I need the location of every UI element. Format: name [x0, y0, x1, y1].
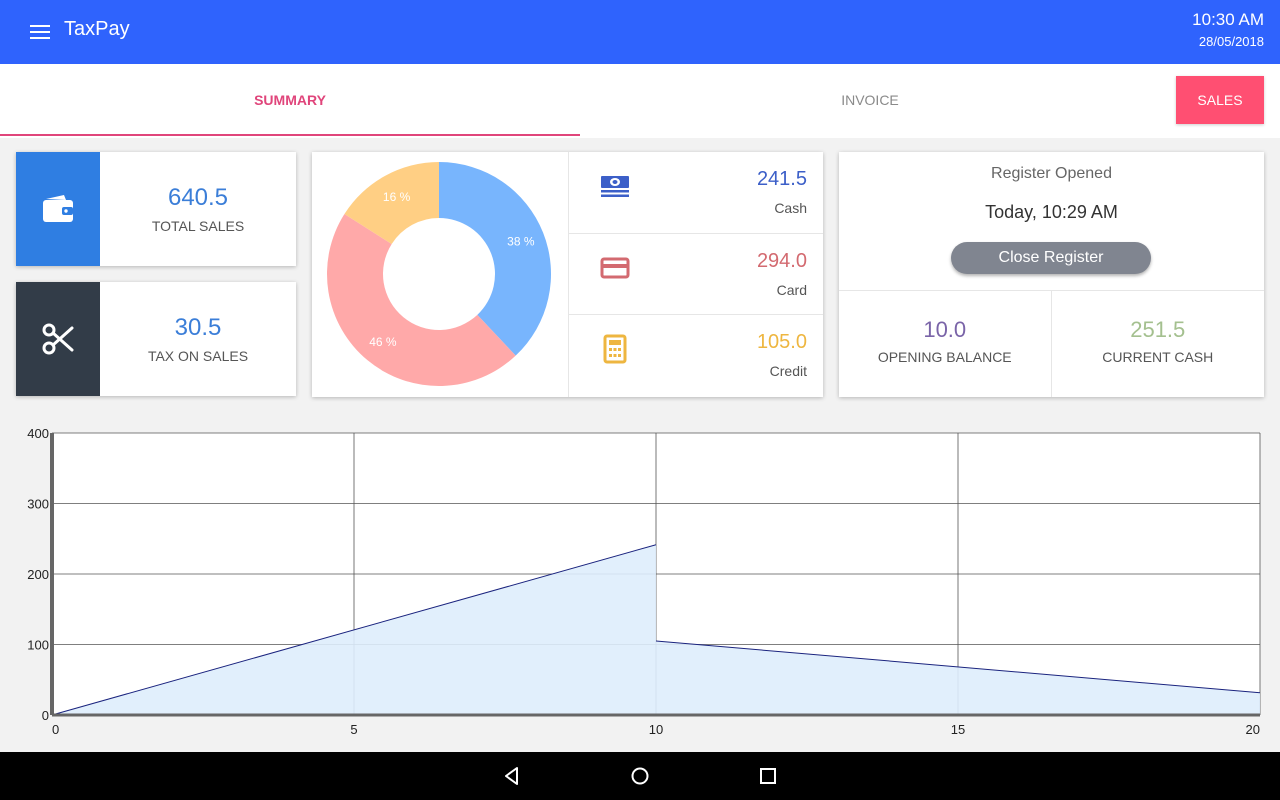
current-cash-value: 251.5: [1130, 317, 1186, 342]
donut-label-1: 46 %: [369, 335, 397, 349]
x-tick-label-3: 15: [951, 722, 965, 737]
payment-row-card: 294.0 Card: [568, 233, 823, 315]
payment-row-cash: 241.5 Cash: [568, 152, 823, 234]
register-status: Register Opened: [991, 165, 1112, 182]
current-cash: 251.5 CURRENT CASH: [1052, 291, 1265, 397]
close-register-button[interactable]: Close Register: [951, 242, 1151, 274]
cash-value: 241.5: [756, 168, 807, 190]
card-label: Card: [776, 282, 807, 298]
sales-button[interactable]: SALES: [1176, 76, 1264, 124]
tax-on-sales-info: 30.5 TAX ON SALES: [100, 282, 296, 396]
back-icon[interactable]: [500, 764, 524, 788]
y-tick-label-1: 100: [27, 638, 49, 653]
clock-time: 10:30 AM: [1192, 10, 1264, 29]
total-sales-value: 640.5: [167, 184, 229, 211]
clock: 10:30 AM 28/05/2018: [1192, 10, 1264, 49]
recents-icon[interactable]: [756, 764, 780, 788]
area-chart: 0 100 200 300 400 0 5 10 15 20: [27, 426, 1261, 737]
scissors-icon: [16, 282, 100, 396]
payment-breakdown-card: 38 % 46 % 16 % 241.5 Cash 294.0 Card 105…: [312, 152, 823, 397]
donut-slice-0: [439, 162, 552, 356]
wallet-icon: [16, 152, 100, 266]
clock-date: 28/05/2018: [1198, 34, 1264, 49]
app-bar: TaxPay 10:30 AM 28/05/2018: [0, 0, 1280, 64]
donut-label-0: 38 %: [507, 235, 535, 249]
app-title: TaxPay: [64, 18, 130, 40]
opening-balance: 10.0 OPENING BALANCE: [839, 291, 1052, 397]
tax-on-sales-card: 30.5 TAX ON SALES: [16, 282, 296, 396]
opening-balance-label: OPENING BALANCE: [877, 349, 1012, 365]
home-icon[interactable]: [628, 764, 652, 788]
x-tick-label-1: 5: [350, 722, 357, 737]
total-sales-label: TOTAL SALES: [151, 218, 245, 234]
cash-label: Cash: [774, 200, 807, 216]
payment-row-credit: 105.0 Credit: [568, 315, 823, 397]
y-tick-label-4: 400: [27, 426, 49, 441]
register-card: Register Opened Today, 10:29 AM Close Re…: [839, 152, 1264, 397]
x-tick-label-0: 0: [52, 722, 59, 737]
credit-value: 105.0: [756, 331, 807, 353]
tax-on-sales-label: TAX ON SALES: [147, 348, 249, 364]
menu-icon[interactable]: [24, 18, 56, 46]
y-tick-label-2: 200: [27, 567, 49, 582]
tab-summary[interactable]: SUMMARY: [0, 64, 580, 136]
tab-bar: SUMMARY INVOICE SALES: [0, 64, 1280, 138]
opening-balance-value: 10.0: [923, 317, 967, 342]
x-tick-label-4: 20: [1246, 722, 1260, 737]
tax-on-sales-value: 30.5: [174, 314, 222, 341]
donut-label-2: 16 %: [383, 190, 411, 204]
y-tick-label-3: 300: [27, 497, 49, 512]
credit-label: Credit: [769, 363, 807, 379]
card-value: 294.0: [756, 250, 807, 272]
card-icon: [599, 252, 631, 284]
y-tick-label-0: 0: [42, 708, 49, 723]
register-opened-time: Today, 10:29 AM: [985, 202, 1118, 222]
sales-chart: 0 100 200 300 400 0 5 10 15 20: [0, 415, 1280, 752]
system-nav-bar: [0, 752, 1280, 800]
total-sales-info: 640.5 TOTAL SALES: [100, 152, 296, 266]
calculator-icon: [599, 333, 631, 365]
x-tick-label-2: 10: [649, 722, 663, 737]
total-sales-card: 640.5 TOTAL SALES: [16, 152, 296, 266]
cash-icon: [599, 170, 631, 202]
tab-invoice[interactable]: INVOICE: [580, 64, 1160, 136]
current-cash-label: CURRENT CASH: [1102, 349, 1214, 365]
donut-chart: 38 % 46 % 16 %: [327, 162, 552, 387]
